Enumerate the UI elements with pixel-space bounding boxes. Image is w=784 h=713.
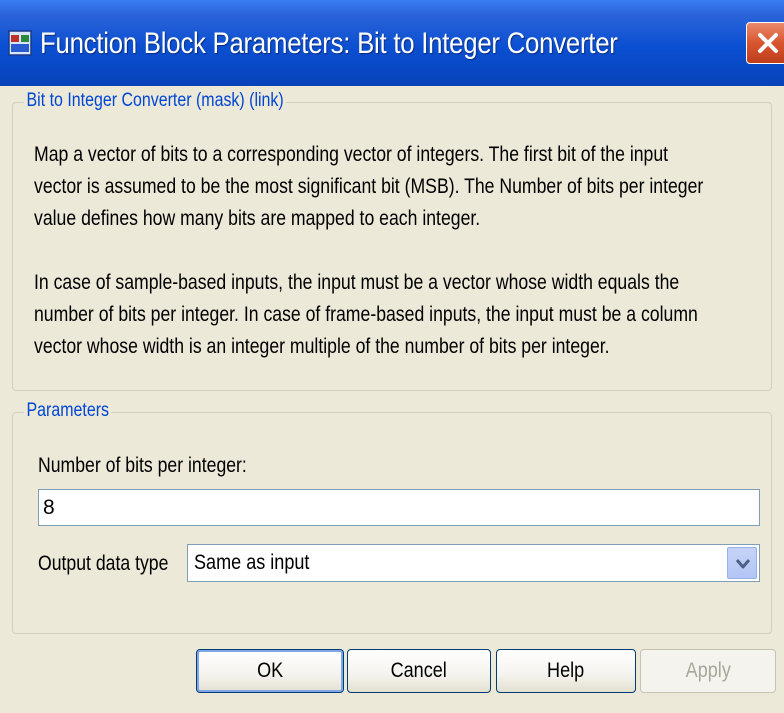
output-data-type-select[interactable]: Same as input (187, 544, 760, 582)
close-button[interactable] (746, 22, 784, 64)
bits-per-integer-value: 8 (43, 496, 55, 519)
title-bar[interactable]: Function Block Parameters: Bit to Intege… (0, 0, 784, 86)
parameters-legend: Parameters (24, 400, 112, 422)
description-line: Map a vector of bits to a corresponding … (34, 143, 669, 166)
simulink-block-icon (8, 30, 32, 56)
ok-button[interactable]: OK (196, 649, 344, 693)
output-data-type-label: Output data type (38, 552, 169, 575)
cancel-button[interactable]: Cancel (347, 649, 491, 693)
output-data-type-value: Same as input (194, 551, 310, 574)
apply-button[interactable]: Apply (640, 649, 776, 693)
dropdown-button[interactable] (727, 547, 757, 579)
description-line: In case of sample-based inputs, the inpu… (34, 271, 680, 294)
description-legend: Bit to Integer Converter (mask) (link) (24, 90, 287, 112)
description-line: number of bits per integer. In case of f… (34, 303, 698, 326)
bits-per-integer-input[interactable]: 8 (38, 489, 760, 526)
description-line: vector whose width is an integer multipl… (34, 335, 610, 358)
bits-per-integer-label: Number of bits per integer: (38, 454, 247, 477)
description-line: value defines how many bits are mapped t… (34, 207, 481, 230)
description-line: vector is assumed to be the most signifi… (34, 175, 704, 198)
window-title: Function Block Parameters: Bit to Intege… (40, 27, 618, 60)
help-button[interactable]: Help (496, 649, 636, 693)
